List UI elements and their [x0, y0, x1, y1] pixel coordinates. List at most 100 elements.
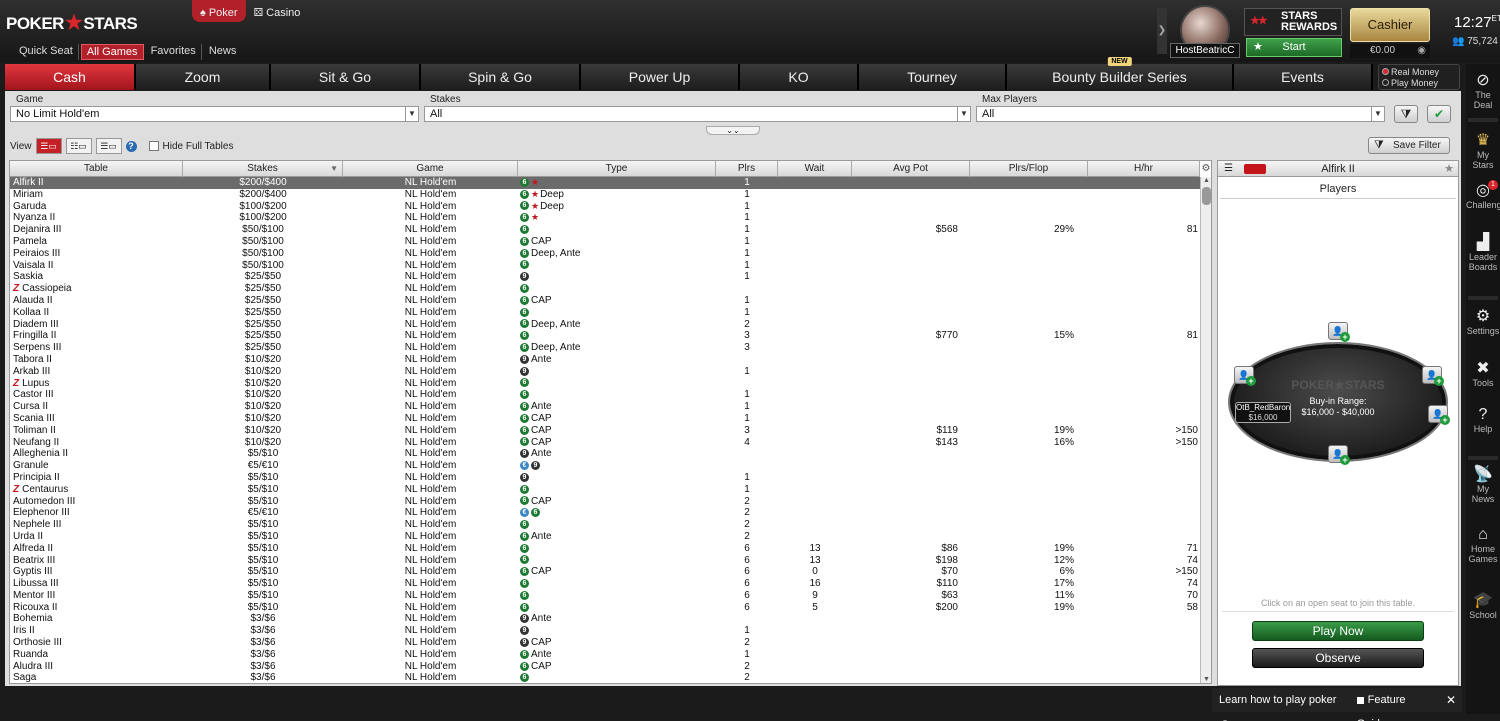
tab-spin-and-go[interactable]: Spin & Go — [421, 64, 581, 90]
tab-casino[interactable]: ⚄ Casino — [246, 0, 309, 22]
tab-ko[interactable]: KO — [740, 64, 859, 90]
table-row[interactable]: Tabora II $10/$20 NL Hold'em 9 Ante — [10, 354, 1200, 366]
table-row[interactable]: Gyptis III $5/$10 NL Hold'em 6 CAP 6 0 $70 6% >15… — [10, 566, 1200, 578]
table-row[interactable]: Orthosie III $3/$6 NL Hold'em 9 CAP 2 — [10, 637, 1200, 649]
cashier-button[interactable]: Cashier — [1350, 8, 1430, 42]
col-type[interactable]: Type — [518, 161, 716, 177]
play-now-button[interactable]: Play Now — [1252, 621, 1424, 641]
table-row[interactable]: Peiraios III $50/$100 NL Hold'em 6 Deep, Ant… — [10, 248, 1200, 260]
expand-arrow-icon[interactable]: ❯ — [1157, 8, 1167, 54]
table-row[interactable]: Alleghenia II $5/$10 NL Hold'em 9 Ante — [10, 448, 1200, 460]
scroll-thumb[interactable] — [1202, 187, 1211, 205]
table-row[interactable]: Mentor III $5/$10 NL Hold'em 6 6 9 $63 11% 70 — [10, 590, 1200, 602]
collapse-filters-toggle[interactable]: ⌄⌄ — [706, 126, 760, 135]
table-row[interactable]: Miriam $200/$400 NL Hold'em 6 ★Deep 1 — [10, 189, 1200, 201]
play-money-radio[interactable] — [1382, 79, 1389, 86]
tab-power-up[interactable]: Power Up — [581, 64, 740, 90]
column-settings-gear-icon[interactable]: ⚙ — [1200, 161, 1211, 177]
table-row[interactable]: Diadem III $25/$50 NL Hold'em 6 Deep, Ante 2 — [10, 319, 1200, 331]
table-row[interactable]: Iris II $3/$6 NL Hold'em 9 1 — [10, 625, 1200, 637]
table-view-icon[interactable] — [1244, 164, 1266, 174]
table-row[interactable]: Saga $3/$6 NL Hold'em 6 2 — [10, 672, 1200, 683]
nav-all-games[interactable]: All Games — [80, 44, 144, 60]
table-row[interactable]: Garuda $100/$200 NL Hold'em 6 ★Deep 1 — [10, 201, 1200, 213]
table-row[interactable]: Granule €5/€10 NL Hold'em €9 — [10, 460, 1200, 472]
table-row[interactable]: Serpens III $25/$50 NL Hold'em 6 Deep, Ante 3 — [10, 342, 1200, 354]
table-row[interactable]: Z Cassiopeia $25/$50 NL Hold'em 6 — [10, 283, 1200, 295]
rail-help[interactable]: ? Help — [1466, 406, 1500, 434]
open-seat-icon[interactable]: 👤 + — [1422, 366, 1444, 386]
rewards-start-button[interactable]: ★ Start — [1246, 38, 1342, 57]
username[interactable]: HostBeatricC — [1170, 43, 1240, 58]
nav-news[interactable]: News — [204, 44, 242, 60]
table-row[interactable]: Z Centaurus $5/$10 NL Hold'em 6 1 — [10, 484, 1200, 496]
tab-zoom[interactable]: Zoom — [136, 64, 271, 90]
rail-my-news[interactable]: 📡 My News — [1466, 466, 1500, 504]
help-question-icon[interactable]: ? — [125, 140, 137, 152]
open-seat-icon[interactable]: 👤 + — [1234, 366, 1256, 386]
tab-tourney[interactable]: Tourney — [859, 64, 1007, 90]
max-players-select[interactable]: All ▼ — [976, 106, 1385, 122]
table-row[interactable]: Dejanira III $50/$100 NL Hold'em 6 1 $568 29% 8… — [10, 224, 1200, 236]
rail-challenges[interactable]: ◎1Challenges — [1466, 180, 1500, 210]
tab-events[interactable]: Events — [1234, 64, 1373, 90]
col-game[interactable]: Game — [343, 161, 518, 177]
table-row[interactable]: Scania III $10/$20 NL Hold'em 6 CAP 1 — [10, 413, 1200, 425]
table-row[interactable]: Libussa III $5/$10 NL Hold'em 6 6 16 $110 17% 74 — [10, 578, 1200, 590]
tab-players[interactable]: Players — [1220, 179, 1456, 199]
tab-bounty-builder-series[interactable]: NEW Bounty Builder Series — [1007, 57, 1234, 90]
observe-button[interactable]: Observe — [1252, 648, 1424, 668]
view-list-wide-button[interactable]: ☰▭ — [95, 138, 122, 154]
game-select[interactable]: No Limit Hold'em ▼ — [10, 106, 419, 122]
table-row[interactable]: Toliman II $10/$20 NL Hold'em 6 CAP 3 $119 19% >… — [10, 425, 1200, 437]
close-icon[interactable]: ✕ — [1446, 688, 1462, 712]
view-list-compact-button[interactable]: ☰▭ — [35, 138, 62, 154]
rail-tools[interactable]: ✖ Tools — [1466, 360, 1500, 388]
tab-poker[interactable]: ♠ Poker — [192, 0, 246, 22]
table-row[interactable]: Castor III $10/$20 NL Hold'em 6 1 — [10, 389, 1200, 401]
rail-the-deal[interactable]: ⊘ The Deal — [1466, 72, 1500, 110]
table-row[interactable]: Beatrix III $5/$10 NL Hold'em 6 6 13 $198 12% 74 — [10, 555, 1200, 567]
table-row[interactable]: Fringilla II $25/$50 NL Hold'em 6 3 $770 15% 81 — [10, 330, 1200, 342]
table-row[interactable]: Nephele III $5/$10 NL Hold'em 6 2 — [10, 519, 1200, 531]
col-wait[interactable]: Wait — [778, 161, 852, 177]
filter-icon[interactable]: ⧩ — [1394, 105, 1418, 123]
col-avg-pot[interactable]: Avg Pot — [852, 161, 970, 177]
feature-guide-link[interactable]: Feature Guide — [1356, 688, 1438, 721]
real-money-radio[interactable] — [1382, 68, 1389, 75]
table-row[interactable]: Arkab III $10/$20 NL Hold'em 9 1 — [10, 366, 1200, 378]
save-filter-button[interactable]: ⧩ Save Filter — [1368, 137, 1450, 154]
table-row[interactable]: Saskia $25/$50 NL Hold'em 9 1 — [10, 271, 1200, 283]
rail-leader-boards[interactable]: ▟ Leader Boards — [1466, 234, 1500, 272]
col-stakes[interactable]: Stakes ▼ — [183, 161, 343, 177]
table-row[interactable]: Principia II $5/$10 NL Hold'em 9 1 — [10, 472, 1200, 484]
eye-icon[interactable]: ◉ — [1417, 44, 1426, 58]
table-row[interactable]: Alauda II $25/$50 NL Hold'em 6 CAP 1 — [10, 295, 1200, 307]
list-icon[interactable]: ☰ — [1224, 161, 1233, 177]
table-row[interactable]: Elephenor III €5/€10 NL Hold'em €6 2 — [10, 507, 1200, 519]
table-row[interactable]: Vaisala II $50/$100 NL Hold'em 6 1 — [10, 260, 1200, 272]
table-row[interactable]: Alfreda II $5/$10 NL Hold'em 6 6 13 $86 19% 71 — [10, 543, 1200, 555]
col-plrs[interactable]: Plrs — [716, 161, 778, 177]
table-row[interactable]: Nyanza II $100/$200 NL Hold'em 6 ★ 1 — [10, 212, 1200, 224]
table-row[interactable]: Urda II $5/$10 NL Hold'em 6 Ante 2 — [10, 531, 1200, 543]
scroll-down-icon[interactable]: ▼ — [1201, 676, 1211, 683]
table-row[interactable]: Z Lupus $10/$20 NL Hold'em 6 — [10, 378, 1200, 390]
hide-full-tables-checkbox[interactable] — [148, 141, 159, 151]
table-row[interactable]: Alfirk II $200/$400 NL Hold'em 6 ★ 1 — [10, 177, 1200, 189]
table-scrollbar[interactable]: ▲ ▼ — [1200, 177, 1211, 683]
table-row[interactable]: Bohemia $3/$6 NL Hold'em 9 Ante — [10, 613, 1200, 625]
table-row[interactable]: Automedon III $5/$10 NL Hold'em 6 CAP 2 — [10, 496, 1200, 508]
col-plrs-flop[interactable]: Plrs/Flop — [970, 161, 1088, 177]
col-hands-per-hour[interactable]: H/hr — [1088, 161, 1200, 177]
table-row[interactable]: Ruanda $3/$6 NL Hold'em 6 Ante 1 — [10, 649, 1200, 661]
col-table[interactable]: Table — [10, 161, 183, 177]
rail-home-games[interactable]: ⌂ Home Games — [1466, 526, 1500, 564]
scroll-up-icon[interactable]: ▲ — [1201, 177, 1211, 184]
stakes-select[interactable]: All ▼ — [424, 106, 971, 122]
table-row[interactable]: Cursa II $10/$20 NL Hold'em 6 Ante 1 — [10, 401, 1200, 413]
table-row[interactable]: Aludra III $3/$6 NL Hold'em 6 CAP 2 — [10, 661, 1200, 673]
apply-check-icon[interactable]: ✔ — [1427, 105, 1451, 123]
rail-settings[interactable]: ⚙ Settings — [1466, 308, 1500, 336]
favorite-star-icon[interactable]: ★ — [1444, 161, 1454, 177]
